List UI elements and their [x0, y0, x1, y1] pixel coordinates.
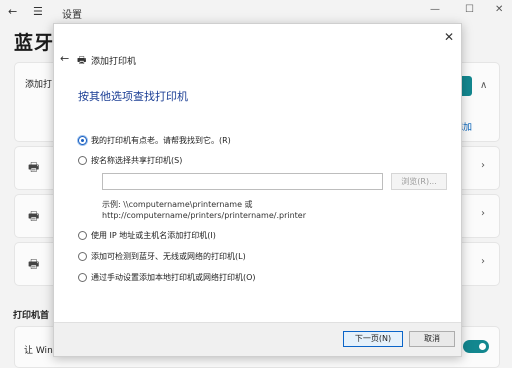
printer-icon: 🖶	[28, 160, 40, 174]
add-printer-label: 添加打	[25, 80, 53, 90]
radio-button-selected[interactable]	[78, 136, 87, 145]
option-label: 通过手动设置添加本地打印机或网络打印机(O)	[91, 273, 256, 282]
example-line-1: 示例: \\computername\printername 或	[102, 200, 253, 209]
add-printer-dialog: ✕ ← 🖶 添加打印机 按其他选项查找打印机 我的打印机有点老。请帮我找到它。(…	[53, 23, 462, 357]
dialog-title: 添加打印机	[91, 57, 137, 67]
printer-icon: 🖶	[28, 209, 40, 223]
close-icon[interactable]: ✕	[444, 30, 454, 44]
chevron-right-icon[interactable]: ›	[481, 256, 485, 267]
option-manual-settings[interactable]: 通过手动设置添加本地打印机或网络打印机(O)	[78, 272, 256, 283]
window-close-icon[interactable]: ✕	[495, 4, 503, 15]
printer-name-input[interactable]	[102, 173, 383, 190]
printer-preferences-heading: 打印机首	[13, 311, 50, 321]
app-title: 设置	[62, 10, 82, 21]
default-printer-toggle[interactable]	[463, 340, 489, 353]
default-printer-label: 让 Win	[24, 346, 53, 356]
option-ip-address[interactable]: 使用 IP 地址或主机名添加打印机(I)	[78, 230, 216, 241]
minimize-icon[interactable]: —	[430, 4, 440, 15]
maximize-icon[interactable]: ☐	[465, 4, 474, 15]
printer-icon: 🖶	[28, 257, 40, 271]
option-label: 我的打印机有点老。请帮我找到它。(R)	[91, 136, 231, 145]
chevron-up-icon[interactable]: ∧	[480, 80, 487, 91]
chevron-right-icon[interactable]: ›	[481, 208, 485, 219]
option-label: 使用 IP 地址或主机名添加打印机(I)	[91, 231, 216, 240]
browse-button[interactable]: 浏览(R)...	[391, 173, 447, 190]
radio-button[interactable]	[78, 231, 87, 240]
menu-icon[interactable]: ☰	[33, 5, 43, 18]
chevron-right-icon[interactable]: ›	[481, 160, 485, 171]
radio-button[interactable]	[78, 252, 87, 261]
option-bluetooth-wireless[interactable]: 添加可检测到蓝牙、无线或网络的打印机(L)	[78, 251, 246, 262]
option-label: 按名称选择共享打印机(S)	[91, 156, 183, 165]
printer-icon: 🖶	[77, 55, 87, 66]
cancel-button[interactable]: 取消	[409, 331, 455, 347]
page-title: 蓝牙	[14, 32, 55, 54]
next-button[interactable]: 下一页(N)	[343, 331, 403, 347]
option-old-printer[interactable]: 我的打印机有点老。请帮我找到它。(R)	[78, 135, 231, 146]
back-arrow-icon[interactable]: ←	[8, 5, 17, 18]
radio-button[interactable]	[78, 273, 87, 282]
option-label: 添加可检测到蓝牙、无线或网络的打印机(L)	[91, 252, 246, 261]
back-arrow-icon[interactable]: ←	[60, 52, 69, 65]
dialog-heading: 按其他选项查找打印机	[78, 90, 188, 103]
option-shared-printer-by-name[interactable]: 按名称选择共享打印机(S)	[78, 155, 182, 166]
radio-button[interactable]	[78, 156, 87, 165]
example-line-2: http://computername/printers/printername…	[102, 211, 307, 220]
dialog-footer: 下一页(N) 取消	[54, 322, 461, 356]
example-text: 示例: \\computername\printername 或 http://…	[102, 199, 306, 221]
